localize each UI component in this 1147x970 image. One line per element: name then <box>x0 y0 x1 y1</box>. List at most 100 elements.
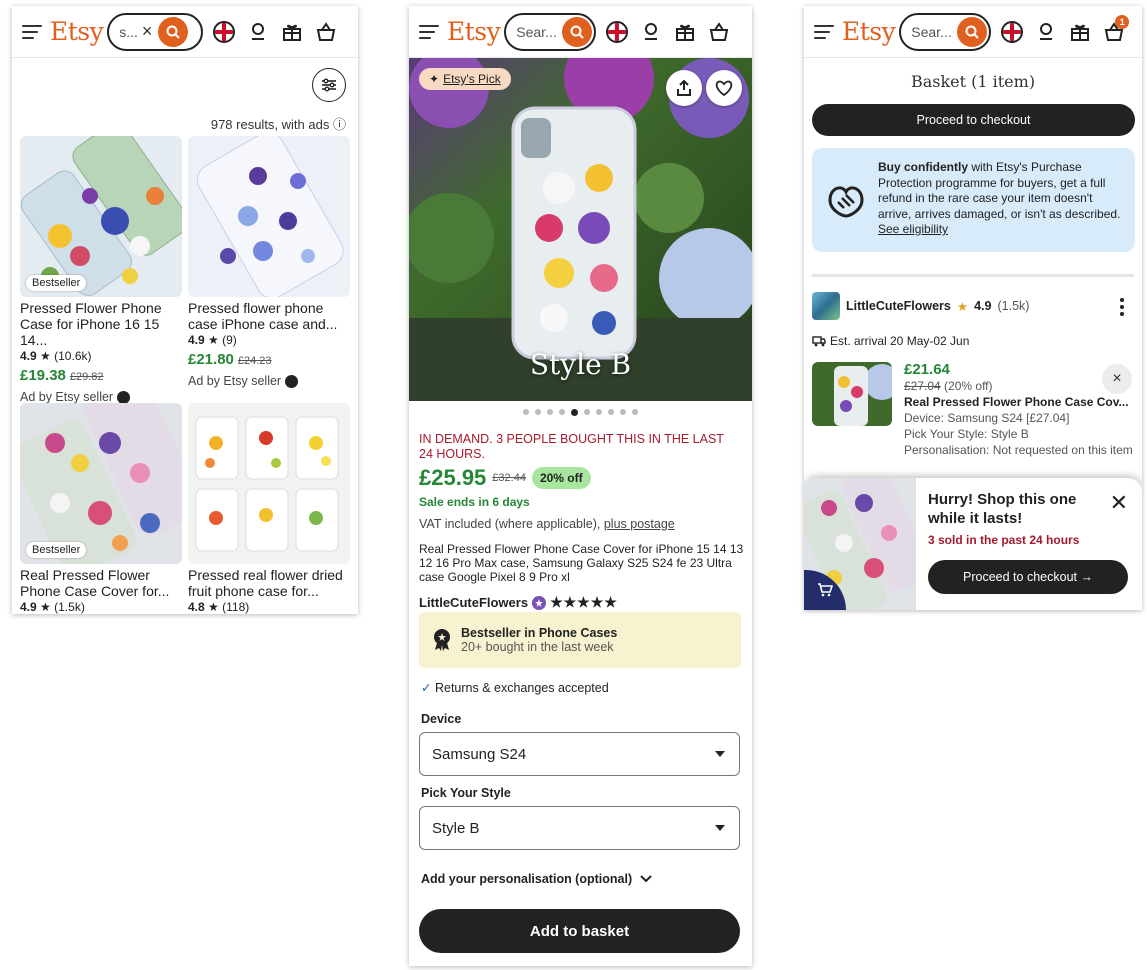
search-icon[interactable] <box>158 16 189 47</box>
etsy-logo[interactable]: Etsy <box>447 17 501 46</box>
personalisation-toggle[interactable]: Add your personalisation (optional) <box>421 872 652 886</box>
bestseller-badge: Bestseller <box>26 275 87 291</box>
account-icon[interactable] <box>247 21 269 43</box>
etsy-logo[interactable]: Etsy <box>50 17 104 46</box>
star-icon: ★ <box>208 333 219 347</box>
ad-info-icon <box>117 390 131 404</box>
ad-label[interactable]: Ad by Etsy seller <box>188 374 350 388</box>
menu-icon[interactable] <box>814 23 834 41</box>
listing-title[interactable]: Pressed flower phone case iPhone case an… <box>188 300 350 332</box>
listing-card[interactable]: Pressed real flower dried fruit phone ca… <box>188 403 350 614</box>
star-seller-icon <box>532 595 547 610</box>
listing-image[interactable]: Bestseller <box>20 136 182 297</box>
listing-image[interactable] <box>188 403 350 564</box>
item-personalisation: Personalisation: Not requested on this i… <box>904 443 1133 457</box>
bestseller-title: Bestseller in Phone Cases <box>461 626 618 640</box>
listing-title[interactable]: Pressed real flower dried fruit phone ca… <box>188 567 350 599</box>
carousel-dot[interactable] <box>584 409 590 415</box>
ad-label[interactable]: Ad by Etsy seller <box>20 390 182 404</box>
carousel-dot[interactable] <box>632 409 638 415</box>
postage-link[interactable]: plus postage <box>604 517 675 531</box>
seller-name[interactable]: LittleCuteFlowers <box>846 299 951 313</box>
product-image[interactable]: ✦ Etsy's Pick Style B <box>409 58 752 401</box>
cart-icon[interactable]: 1 <box>1103 14 1130 43</box>
carousel-dot[interactable] <box>596 409 602 415</box>
remove-item-button[interactable]: × <box>1102 364 1132 394</box>
arrival-row: Est. arrival 20 May-02 Jun <box>812 334 969 348</box>
carousel-dot[interactable] <box>547 409 553 415</box>
uk-flag-icon[interactable] <box>606 20 629 43</box>
listing-card[interactable]: Pressed flower phone case iPhone case an… <box>188 136 350 388</box>
cart-icon[interactable] <box>315 21 337 43</box>
shop-row[interactable]: LittleCuteFlowers ★★★★★ <box>419 594 618 611</box>
search-input[interactable]: Sear... <box>899 12 992 51</box>
returns-row: ✓ Returns & exchanges accepted <box>421 681 609 695</box>
gift-icon[interactable] <box>281 21 303 43</box>
cart-icon[interactable] <box>708 21 730 43</box>
uk-flag-icon[interactable] <box>213 20 236 43</box>
menu-icon[interactable] <box>419 23 439 41</box>
listing-title[interactable]: Pressed Flower Phone Case for iPhone 16 … <box>20 300 182 348</box>
popup-title: Hurry! Shop this one while it lasts! <box>928 491 1077 527</box>
device-select[interactable]: Samsung S24 <box>419 732 740 776</box>
popup-checkout-button[interactable]: Proceed to checkout → <box>928 560 1128 594</box>
listing-image[interactable]: Bestseller <box>20 403 182 564</box>
uk-flag-icon[interactable] <box>1001 20 1024 43</box>
clear-icon[interactable]: × <box>142 21 153 42</box>
filter-button[interactable] <box>312 68 346 102</box>
add-to-basket-button[interactable]: Add to basket <box>419 909 740 953</box>
carousel-dot[interactable] <box>559 409 565 415</box>
seller-row[interactable]: LittleCuteFlowers ★ 4.9 (1.5k) <box>812 292 1029 320</box>
etsy-logo[interactable]: Etsy <box>842 17 896 46</box>
account-icon[interactable] <box>640 21 662 43</box>
etsys-pick-badge[interactable]: ✦ Etsy's Pick <box>419 68 511 90</box>
star-icon: ★ <box>40 600 51 614</box>
listing-title[interactable]: Real Pressed Flower Phone Case Cover for… <box>20 567 182 599</box>
listing-rating: 4.8 ★ (118) <box>188 600 250 614</box>
close-icon[interactable]: ✕ <box>1110 490 1128 516</box>
listing-card[interactable]: Bestseller Pressed Flower Phone Case for… <box>20 136 182 404</box>
info-icon[interactable]: ⓘ <box>333 117 346 132</box>
truck-icon <box>812 336 826 347</box>
see-eligibility-link[interactable]: See eligibility <box>878 222 948 236</box>
carousel-dot[interactable] <box>571 409 578 416</box>
menu-icon[interactable] <box>22 23 42 41</box>
proceed-to-checkout-button[interactable]: Proceed to checkout <box>812 104 1135 136</box>
basket-title: Basket (1 item) <box>910 72 1036 91</box>
carousel-dot[interactable] <box>523 409 529 415</box>
gift-icon[interactable] <box>674 21 696 43</box>
item-image[interactable] <box>812 362 892 426</box>
shop-name[interactable]: LittleCuteFlowers <box>419 595 528 610</box>
search-icon[interactable] <box>957 16 988 47</box>
carousel-dot[interactable] <box>608 409 614 415</box>
gift-icon[interactable] <box>1069 21 1091 43</box>
search-placeholder: Sear... <box>911 23 952 40</box>
style-select[interactable]: Style B <box>419 806 740 850</box>
heart-icon <box>715 80 733 96</box>
more-options-icon[interactable] <box>1120 298 1124 316</box>
account-icon[interactable] <box>1035 21 1057 43</box>
favorite-button[interactable] <box>706 70 742 106</box>
check-icon: ✓ <box>421 681 432 695</box>
filter-icon <box>322 78 336 92</box>
dropdown-caret-icon <box>715 751 725 757</box>
search-icon[interactable] <box>562 16 593 47</box>
listing-rating: 4.9 ★ (9) <box>188 333 237 347</box>
sale-ends: Sale ends in 6 days <box>419 495 530 509</box>
search-input[interactable]: s... × <box>107 12 204 51</box>
listing-rating: 4.9 ★ (10.6k) <box>20 349 92 363</box>
basket-screen: Etsy Sear... 1 Basket (1 item) Proceed t… <box>804 6 1142 610</box>
popup-product-image[interactable] <box>804 478 916 610</box>
listing-image[interactable] <box>188 136 350 297</box>
carousel-dot[interactable] <box>535 409 541 415</box>
award-icon <box>434 629 450 651</box>
vat-note: VAT included (where applicable), plus po… <box>419 517 675 531</box>
listing-card[interactable]: Bestseller Real Pressed Flower Phone Cas… <box>20 403 182 614</box>
search-results-screen: Etsy s... × 978 results, with ads ⓘ Best… <box>12 6 358 614</box>
search-input[interactable]: Sear... <box>504 12 597 51</box>
carousel-dots[interactable] <box>409 409 752 416</box>
item-title[interactable]: Real Pressed Flower Phone Case Cov... <box>904 394 1136 410</box>
share-button[interactable] <box>666 70 702 106</box>
carousel-dot[interactable] <box>620 409 626 415</box>
shop-stars: ★★★★★ <box>550 594 618 610</box>
